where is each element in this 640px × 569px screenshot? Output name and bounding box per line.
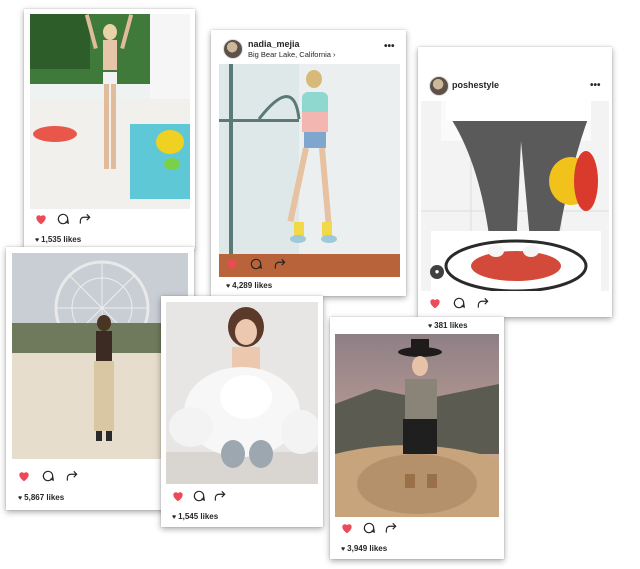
more-options-icon[interactable]: •••	[590, 81, 601, 91]
like-count: ♥ 381 likes	[428, 321, 468, 330]
like-count-text: 1,535 likes	[41, 235, 82, 244]
comment-icon[interactable]	[56, 212, 70, 226]
share-icon[interactable]	[213, 489, 227, 503]
share-icon[interactable]	[78, 212, 92, 226]
like-count-text: 5,867 likes	[24, 493, 65, 502]
heart-icon[interactable]	[171, 489, 185, 503]
comment-icon[interactable]	[452, 296, 466, 310]
heart-icon[interactable]	[225, 257, 239, 271]
post-card: nadia_mejia Big Bear Lake, California › …	[211, 30, 406, 296]
post-actions	[428, 296, 508, 310]
comment-icon[interactable]	[249, 257, 263, 271]
like-count-text: 3,949 likes	[347, 544, 388, 553]
heart-icon: ♥	[18, 495, 23, 502]
comment-icon[interactable]	[41, 469, 55, 483]
post-photo[interactable]	[30, 14, 190, 209]
avatar[interactable]	[223, 39, 243, 59]
post-actions	[171, 489, 251, 503]
heart-icon: ♥	[341, 546, 346, 553]
share-icon[interactable]	[273, 257, 287, 271]
like-count: ♥ 4,289 likes	[226, 281, 272, 290]
username[interactable]: poshestyle	[452, 80, 499, 90]
like-count-text: 381 likes	[434, 321, 468, 330]
like-count-text: 1,545 likes	[178, 512, 219, 521]
share-icon[interactable]	[476, 296, 490, 310]
heart-icon: ♥	[172, 514, 177, 521]
post-card: ♥ 381 likes ♥ 3,949 likes	[330, 317, 504, 559]
post-photo[interactable]	[166, 302, 318, 484]
post-card: poshestyle ••• ●	[418, 47, 612, 317]
like-count: ♥ 3,949 likes	[341, 544, 387, 553]
username[interactable]: nadia_mejia	[248, 39, 300, 49]
heart-icon: ♥	[428, 323, 433, 330]
like-count: ♥ 1,545 likes	[172, 512, 218, 521]
post-actions	[34, 212, 114, 226]
like-count-text: 4,289 likes	[232, 281, 273, 290]
heart-icon[interactable]	[340, 521, 354, 535]
share-icon[interactable]	[384, 521, 398, 535]
post-photo[interactable]	[421, 101, 609, 291]
post-photo[interactable]	[219, 64, 400, 277]
like-count: ♥ 1,535 likes	[35, 235, 81, 244]
heart-icon[interactable]	[17, 469, 31, 483]
comment-icon[interactable]	[192, 489, 206, 503]
post-card: ♥ 1,535 likes	[24, 9, 195, 249]
heart-icon[interactable]	[428, 296, 442, 310]
share-icon[interactable]	[65, 469, 79, 483]
post-actions	[340, 521, 420, 535]
comment-icon[interactable]	[362, 521, 376, 535]
heart-icon: ♥	[226, 283, 231, 290]
post-actions	[17, 469, 97, 483]
heart-icon[interactable]	[34, 212, 48, 226]
post-card: ♥ 1,545 likes	[161, 296, 323, 527]
user-tag-icon[interactable]: ●	[430, 265, 444, 279]
like-count: ♥ 5,867 likes	[18, 493, 64, 502]
more-options-icon[interactable]: •••	[384, 42, 395, 52]
post-photo[interactable]	[335, 334, 499, 517]
location[interactable]: Big Bear Lake, California ›	[248, 50, 336, 59]
post-actions	[225, 257, 305, 271]
heart-icon: ♥	[35, 237, 40, 244]
avatar[interactable]	[429, 76, 449, 96]
